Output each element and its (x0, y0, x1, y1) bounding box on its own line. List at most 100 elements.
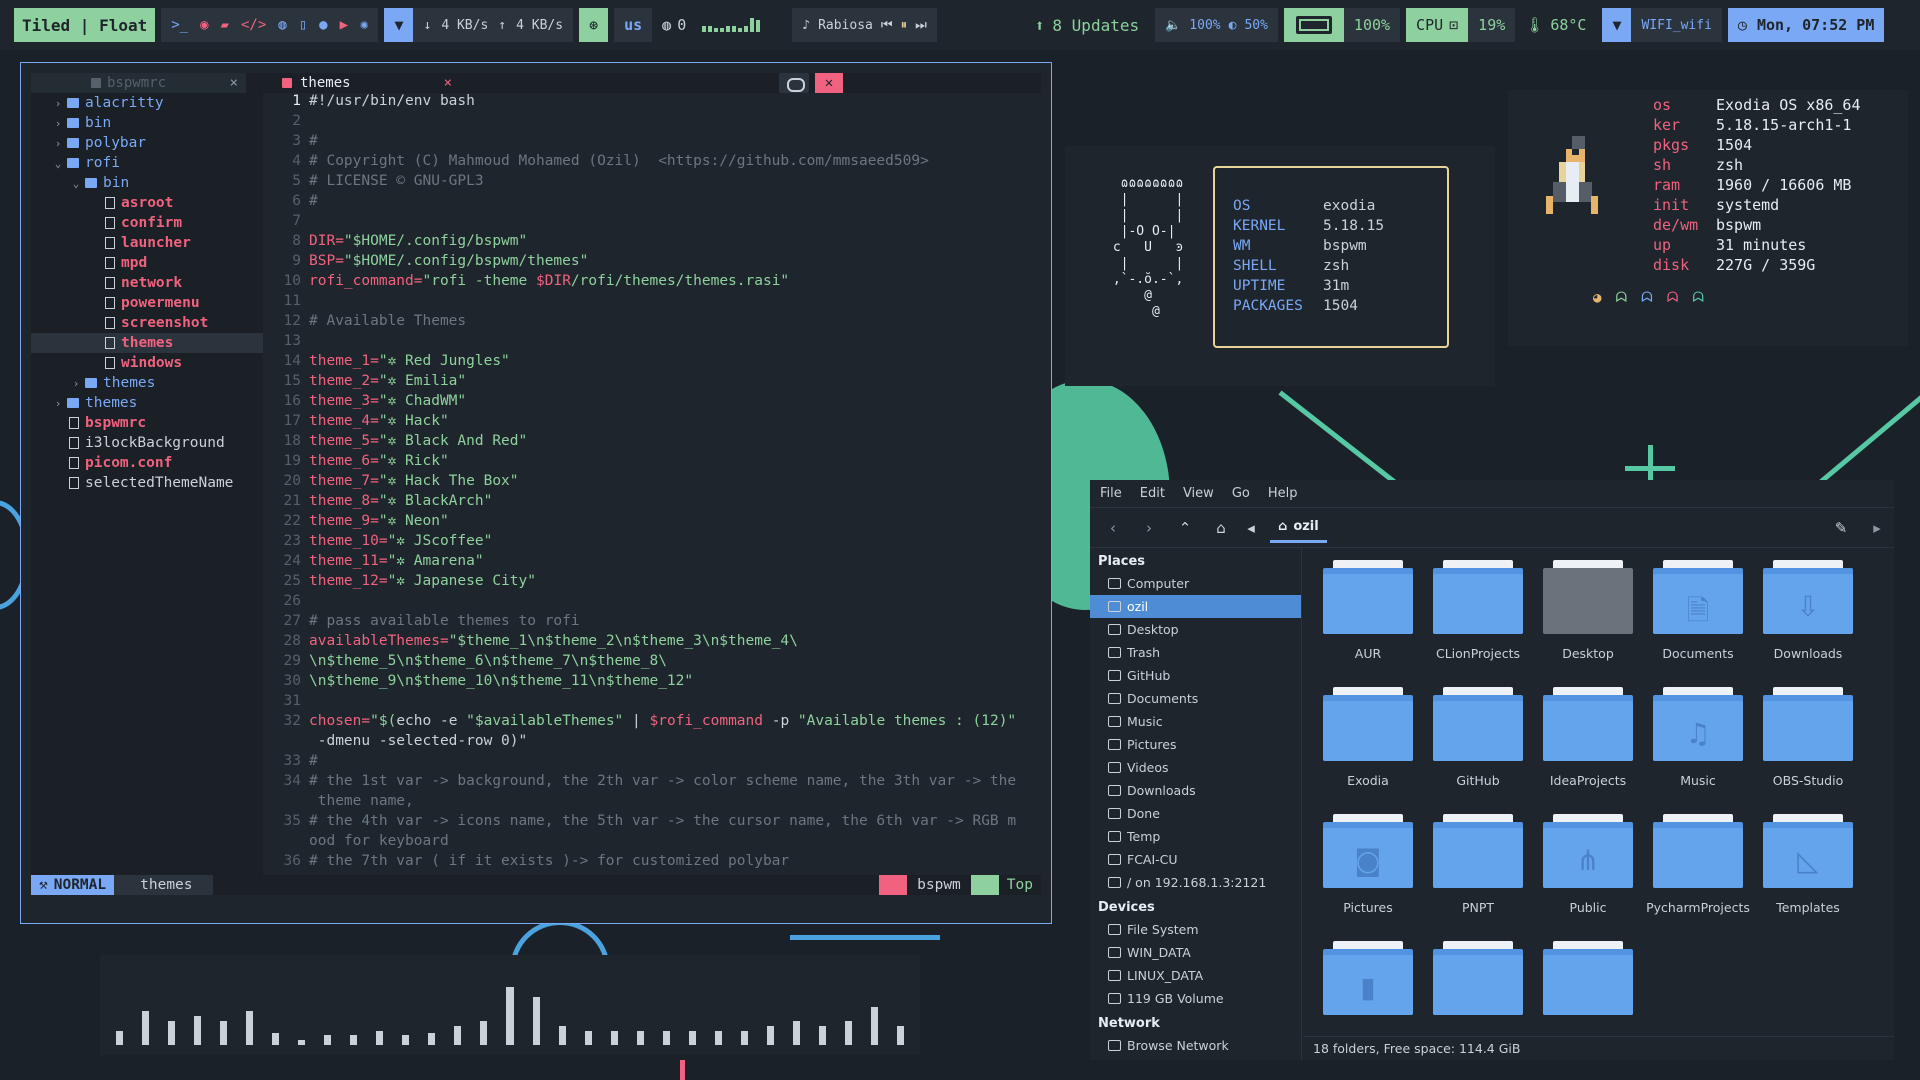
wifi-icon[interactable]: ▼ (1602, 8, 1632, 42)
editor-window[interactable]: bspwmrc × themes × ✕ › alacritty › bin › poly… (20, 62, 1052, 924)
code-icon[interactable]: </> (241, 17, 266, 33)
menu-item-go[interactable]: Go (1232, 486, 1250, 501)
forward-icon[interactable]: › (1138, 519, 1160, 537)
file-manager-window[interactable]: File Edit View Go Help ‹ › ⌃ ⌂ ◂ ⌂ ozil ✎ ▸ P… (1090, 480, 1894, 1060)
tree-item[interactable]: › themes (31, 373, 263, 393)
next-icon[interactable]: ⏭ (915, 18, 927, 33)
folder-item[interactable]: AUR (1313, 558, 1423, 675)
globe-icon[interactable]: ⊛ (579, 8, 609, 42)
tree-item[interactable]: mpd (31, 253, 263, 273)
folder-item[interactable]: ♫ Music (1643, 685, 1753, 802)
tree-item[interactable]: ⌄ rofi (31, 153, 263, 173)
folder-item[interactable]: ⋔ Public (1533, 812, 1643, 929)
back-icon[interactable]: ‹ (1102, 519, 1124, 537)
folder-item[interactable]: ⇩ Downloads (1753, 558, 1863, 675)
network-icon[interactable]: ▼ (384, 8, 414, 42)
sidebar-item[interactable]: Done (1090, 802, 1301, 825)
sidebar-item[interactable]: GitHub (1090, 664, 1301, 687)
tree-item[interactable]: themes (31, 333, 263, 353)
youtube-icon[interactable]: ▶ (340, 17, 348, 33)
github-notifications[interactable]: ◍ 0 (652, 8, 770, 42)
sidebar-item[interactable]: LINUX_DATA (1090, 964, 1301, 987)
keyboard-layout[interactable]: us (614, 8, 653, 42)
folder-item[interactable]: GitHub (1423, 685, 1533, 802)
code-token: "rofi -theme (422, 273, 536, 289)
tab-bspwmrc[interactable]: bspwmrc × (31, 73, 246, 93)
tree-item[interactable]: › themes (31, 393, 263, 413)
sidebar-item[interactable]: Browse Network (1090, 1034, 1301, 1057)
sidebar-item[interactable]: FCAI-CU (1090, 848, 1301, 871)
github-icon[interactable]: ◍ (278, 17, 286, 33)
tree-item[interactable]: windows (31, 353, 263, 373)
path-right-icon[interactable]: ▸ (1866, 519, 1888, 537)
sidebar-item[interactable]: 119 GB Volume (1090, 987, 1301, 1010)
tab-close-icon[interactable]: × (444, 75, 452, 91)
sidebar-item[interactable]: Videos (1090, 756, 1301, 779)
tree-item[interactable]: › polybar (31, 133, 263, 153)
tab-close-icon[interactable]: × (230, 75, 238, 91)
sidebar-item[interactable]: Computer (1090, 572, 1301, 595)
sidebar-item[interactable]: Music (1090, 710, 1301, 733)
settings-icon[interactable]: ✺ (360, 17, 368, 33)
edit-path-icon[interactable]: ✎ (1830, 519, 1852, 537)
code-view[interactable]: 1 #!/usr/bin/env bash 2 3 #4 # Copyright (C) … (283, 93, 1041, 869)
tab-themes[interactable]: themes × (282, 73, 452, 93)
menu-item-view[interactable]: View (1183, 486, 1214, 501)
toggle-icon[interactable] (779, 73, 809, 93)
sidebar-item[interactable]: WIN_DATA (1090, 941, 1301, 964)
tree-item[interactable]: asroot (31, 193, 263, 213)
sidebar-item[interactable]: Documents (1090, 687, 1301, 710)
folder-item[interactable]: OBS-Studio (1753, 685, 1863, 802)
previous-icon[interactable]: ⏮ (881, 18, 893, 33)
folder-item[interactable]: ◙ Pictures (1313, 812, 1423, 929)
tree-item[interactable]: i3lockBackground (31, 433, 263, 453)
sidebar-item[interactable]: Temp (1090, 825, 1301, 848)
folder-item[interactable]: 🗎 Documents (1643, 558, 1753, 675)
menu-item-edit[interactable]: Edit (1140, 486, 1165, 501)
folder-item[interactable]: PNPT (1423, 812, 1533, 929)
code-line: 23 theme_10= "✲ JScoffee" (283, 533, 1041, 553)
wifi-name[interactable]: WIFI_wifi (1631, 8, 1722, 42)
tree-item[interactable]: › bin (31, 113, 263, 133)
chat-icon[interactable]: ● (319, 17, 327, 33)
tree-item[interactable]: bspwmrc (31, 413, 263, 433)
folder-item[interactable]: Exodia (1313, 685, 1423, 802)
tree-item[interactable]: ⌄ bin (31, 173, 263, 193)
tree-item[interactable]: confirm (31, 213, 263, 233)
layout-mode[interactable]: Tiled | Float (14, 8, 156, 42)
sidebar-item[interactable]: File System (1090, 918, 1301, 941)
clock[interactable]: ◷ Mon, 07:52 PM (1727, 8, 1885, 42)
folder-item[interactable]: Desktop (1533, 558, 1643, 675)
tree-item[interactable]: picom.conf (31, 453, 263, 473)
sidebar-item[interactable]: Pictures (1090, 733, 1301, 756)
folder-item[interactable]: IdeaProjects (1533, 685, 1643, 802)
menu-item-help[interactable]: Help (1268, 486, 1298, 501)
breadcrumb[interactable]: ⌂ ozil (1270, 513, 1327, 543)
tree-item[interactable]: › alacritty (31, 93, 263, 113)
sidebar-item[interactable]: Downloads (1090, 779, 1301, 802)
folder-item[interactable]: ◺ Templates (1753, 812, 1863, 929)
tree-item[interactable]: selectedThemeName (31, 473, 263, 493)
sidebar-item[interactable]: Desktop (1090, 618, 1301, 641)
menu-item-file[interactable]: File (1100, 486, 1122, 501)
path-left-icon[interactable]: ◂ (1246, 519, 1256, 537)
tree-item[interactable]: network (31, 273, 263, 293)
home-icon[interactable]: ⌂ (1210, 519, 1232, 537)
tree-item[interactable]: launcher (31, 233, 263, 253)
tree-item[interactable]: powermenu (31, 293, 263, 313)
pause-icon[interactable]: ⏸ (901, 18, 908, 33)
terminal-icon[interactable]: >_ (171, 17, 188, 33)
notes-icon[interactable]: ▯ (299, 17, 307, 33)
up-icon[interactable]: ⌃ (1174, 519, 1196, 537)
firefox-icon[interactable]: ◉ (200, 17, 208, 33)
folder-item[interactable]: CLionProjects (1423, 558, 1533, 675)
volume-brightness[interactable]: 🔈 100% ◐ 50% (1155, 8, 1278, 42)
updates[interactable]: ⬆ 8 Updates (1024, 8, 1150, 42)
sidebar-item[interactable]: ozil (1090, 595, 1301, 618)
sidebar-item[interactable]: Trash (1090, 641, 1301, 664)
close-icon[interactable]: ✕ (815, 73, 843, 93)
folder-icon[interactable]: ▰ (221, 17, 229, 33)
folder-item[interactable]: PycharmProjects (1643, 812, 1753, 929)
tree-item[interactable]: screenshot (31, 313, 263, 333)
sidebar-item[interactable]: / on 192.168.1.3:2121 (1090, 871, 1301, 894)
